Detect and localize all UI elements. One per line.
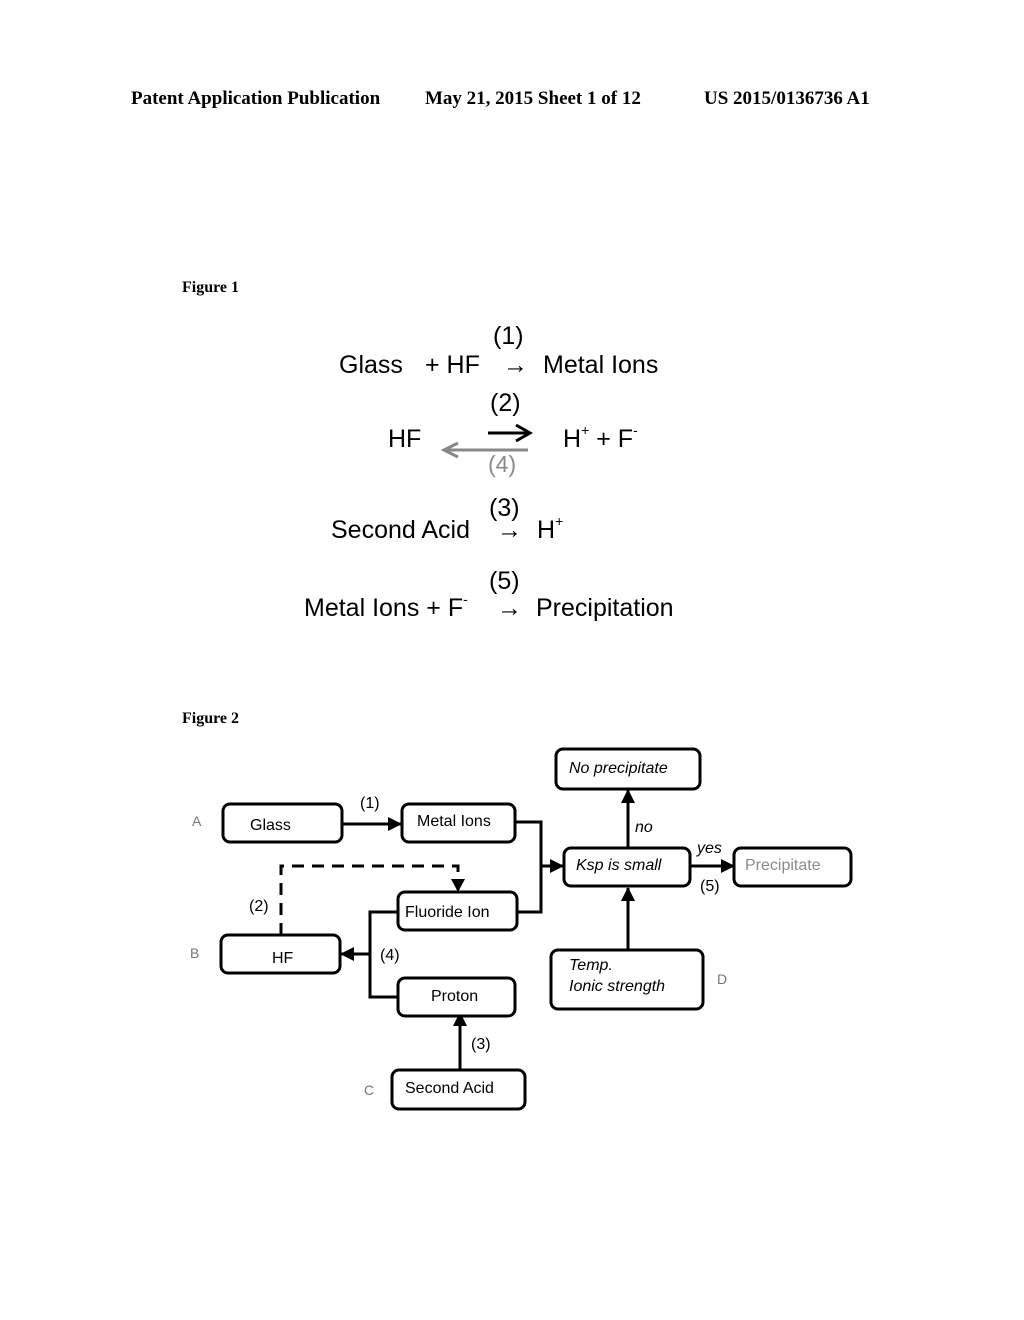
svg-text:Precipitate: Precipitate <box>745 857 821 874</box>
edge-label-1: (1) <box>360 795 380 812</box>
node-metal-ions: Metal Ions <box>400 802 517 844</box>
svg-text:Second Acid: Second Acid <box>405 1080 494 1097</box>
row-label-c: C <box>364 1082 374 1098</box>
node-conditions: Temp. Ionic strength <box>549 948 705 1011</box>
edge-label-4: (4) <box>380 947 400 964</box>
edge-label-2: (2) <box>249 898 269 915</box>
row-label-b: B <box>190 945 199 961</box>
dashed-arrowhead <box>451 879 465 892</box>
node-fluoride-ion: Fluoride Ion <box>396 890 519 932</box>
node-glass: Glass <box>221 802 344 844</box>
figure-2-flowchart: A B C D Glass Metal Ions Fluoride Ion HF… <box>190 747 853 1111</box>
svg-text:HF: HF <box>272 950 294 967</box>
svg-text:Glass: Glass <box>250 817 291 834</box>
svg-text:Metal Ions: Metal Ions <box>417 813 491 830</box>
node-ksp-is-small: Ksp is small <box>562 846 692 888</box>
svg-text:Fluoride Ion: Fluoride Ion <box>405 904 490 921</box>
node-hf: HF <box>219 933 342 975</box>
row-label-a: A <box>192 813 202 829</box>
node-second-acid: Second Acid <box>390 1068 527 1111</box>
node-no-precipitate: No precipitate <box>554 747 702 791</box>
svg-text:Ksp is small: Ksp is small <box>576 857 662 874</box>
row-label-d: D <box>717 971 727 987</box>
edge-label-5: (5) <box>700 878 720 895</box>
svg-text:Temp.: Temp. <box>569 957 613 974</box>
edge-bracket-metal-fluoride <box>515 820 543 914</box>
svg-text:No precipitate: No precipitate <box>569 760 668 777</box>
edge-label-no: no <box>635 819 653 836</box>
edge-label-3: (3) <box>471 1036 491 1053</box>
svg-text:Ionic strength: Ionic strength <box>569 978 665 995</box>
node-precipitate: Precipitate <box>732 846 853 888</box>
svg-text:Proton: Proton <box>431 988 478 1005</box>
edge-label-yes: yes <box>696 840 722 857</box>
node-proton: Proton <box>396 976 517 1018</box>
